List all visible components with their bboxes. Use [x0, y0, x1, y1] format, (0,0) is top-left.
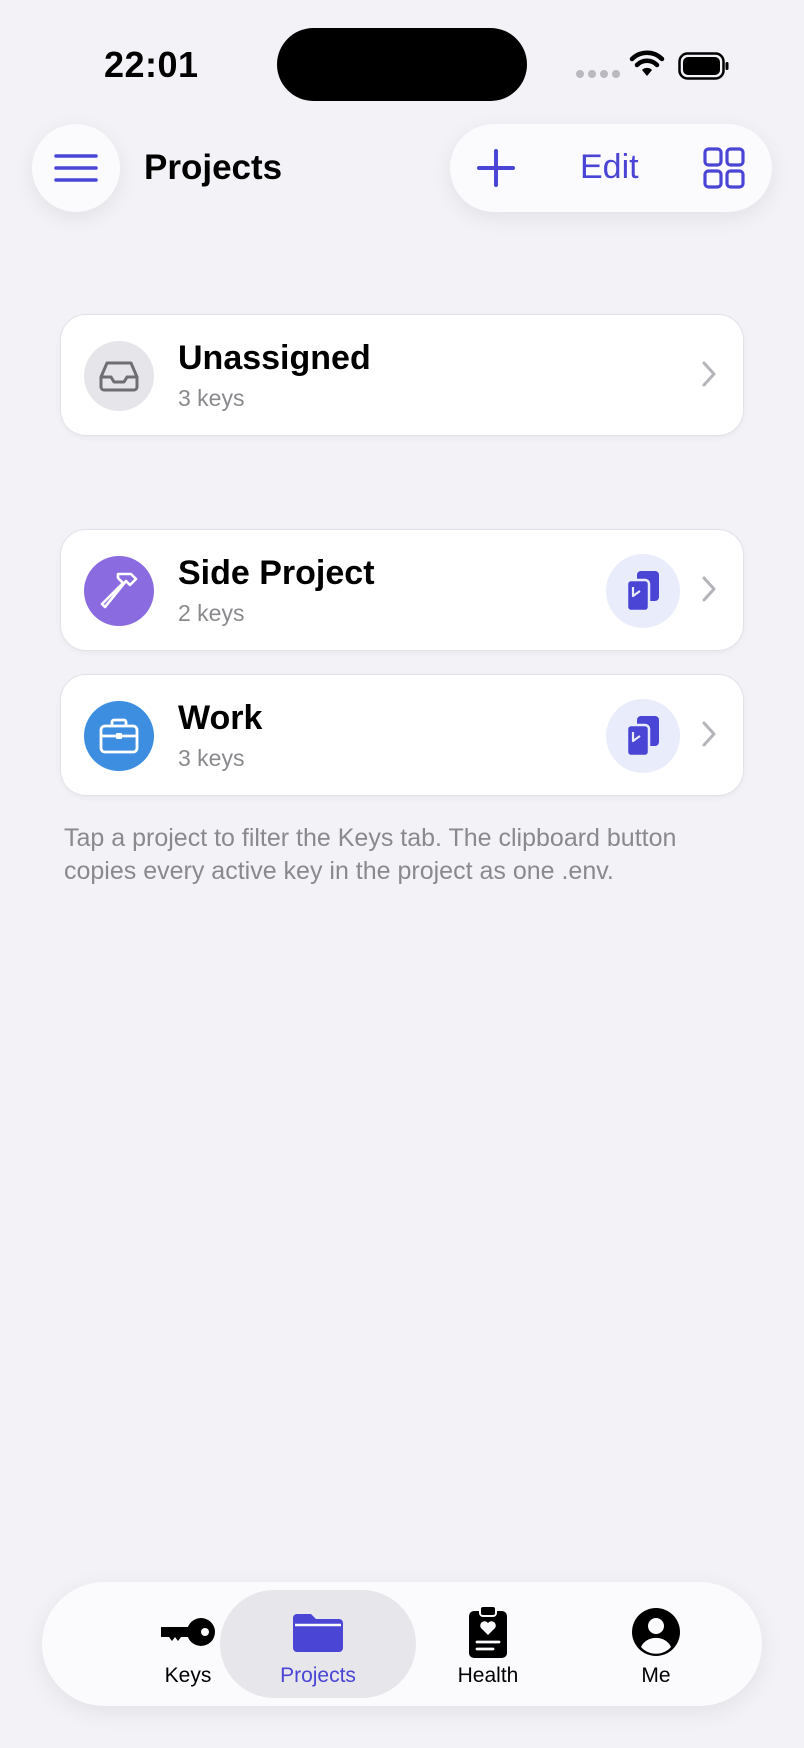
toolbar: Edit — [450, 124, 772, 212]
project-key-count: 2 keys — [178, 600, 245, 626]
add-project-button[interactable] — [474, 146, 518, 190]
grid-view-icon — [703, 147, 745, 189]
status-time: 22:01 — [104, 44, 199, 85]
page-title: Projects — [144, 148, 283, 187]
footnote-text: Tap a project to filter the Keys tab. Th… — [64, 824, 677, 885]
side-project-icon-badge — [84, 556, 154, 626]
project-key-count: 3 keys — [178, 385, 245, 411]
projects-screen: 22:01 Projects Edit Unassigned 3 keys Si… — [0, 0, 804, 1748]
tab-label: Me — [641, 1664, 671, 1687]
project-row-work[interactable]: Work 3 keys — [60, 674, 744, 796]
wifi-icon — [629, 50, 665, 76]
grid-view-button[interactable] — [702, 146, 746, 190]
clipboard-copy-icon — [625, 571, 659, 613]
menu-button[interactable] — [32, 124, 120, 212]
copy-env-button[interactable] — [606, 699, 680, 773]
key-icon — [161, 1618, 215, 1646]
project-name: Side Project — [178, 554, 375, 592]
tab-projects[interactable]: Projects — [220, 1590, 416, 1698]
project-key-count: 3 keys — [178, 745, 245, 771]
cellular-signal-icon — [576, 70, 620, 78]
inbox-icon — [99, 361, 139, 392]
briefcase-icon — [99, 718, 139, 754]
chevron-right-icon — [702, 721, 716, 747]
copy-env-button[interactable] — [606, 554, 680, 628]
tab-bar: Keys Projects Health Me — [42, 1582, 762, 1706]
work-icon-badge — [84, 701, 154, 771]
project-row-unassigned[interactable]: Unassigned 3 keys — [60, 314, 744, 436]
chevron-right-icon — [702, 361, 716, 387]
unassigned-icon-badge — [84, 341, 154, 411]
tab-label: Keys — [164, 1664, 212, 1687]
plus-icon — [477, 149, 515, 187]
project-name: Work — [178, 699, 263, 737]
status-indicators — [574, 46, 734, 86]
edit-button[interactable]: Edit — [580, 148, 639, 187]
clipboard-copy-icon — [625, 716, 659, 758]
hammer-icon — [100, 572, 138, 609]
clipboard-health-icon — [469, 1605, 507, 1658]
tab-label: Projects — [280, 1664, 356, 1687]
dynamic-island — [277, 28, 527, 101]
tab-me[interactable]: Me — [558, 1590, 754, 1698]
tab-health[interactable]: Health — [390, 1590, 586, 1698]
chevron-right-icon — [702, 576, 716, 602]
tab-label: Health — [457, 1664, 519, 1687]
hamburger-menu-icon — [54, 154, 98, 182]
person-circle-icon — [632, 1608, 680, 1656]
project-name: Unassigned — [178, 339, 371, 377]
folder-icon — [293, 1614, 343, 1652]
project-row-side-project[interactable]: Side Project 2 keys — [60, 529, 744, 651]
battery-icon — [678, 52, 729, 80]
